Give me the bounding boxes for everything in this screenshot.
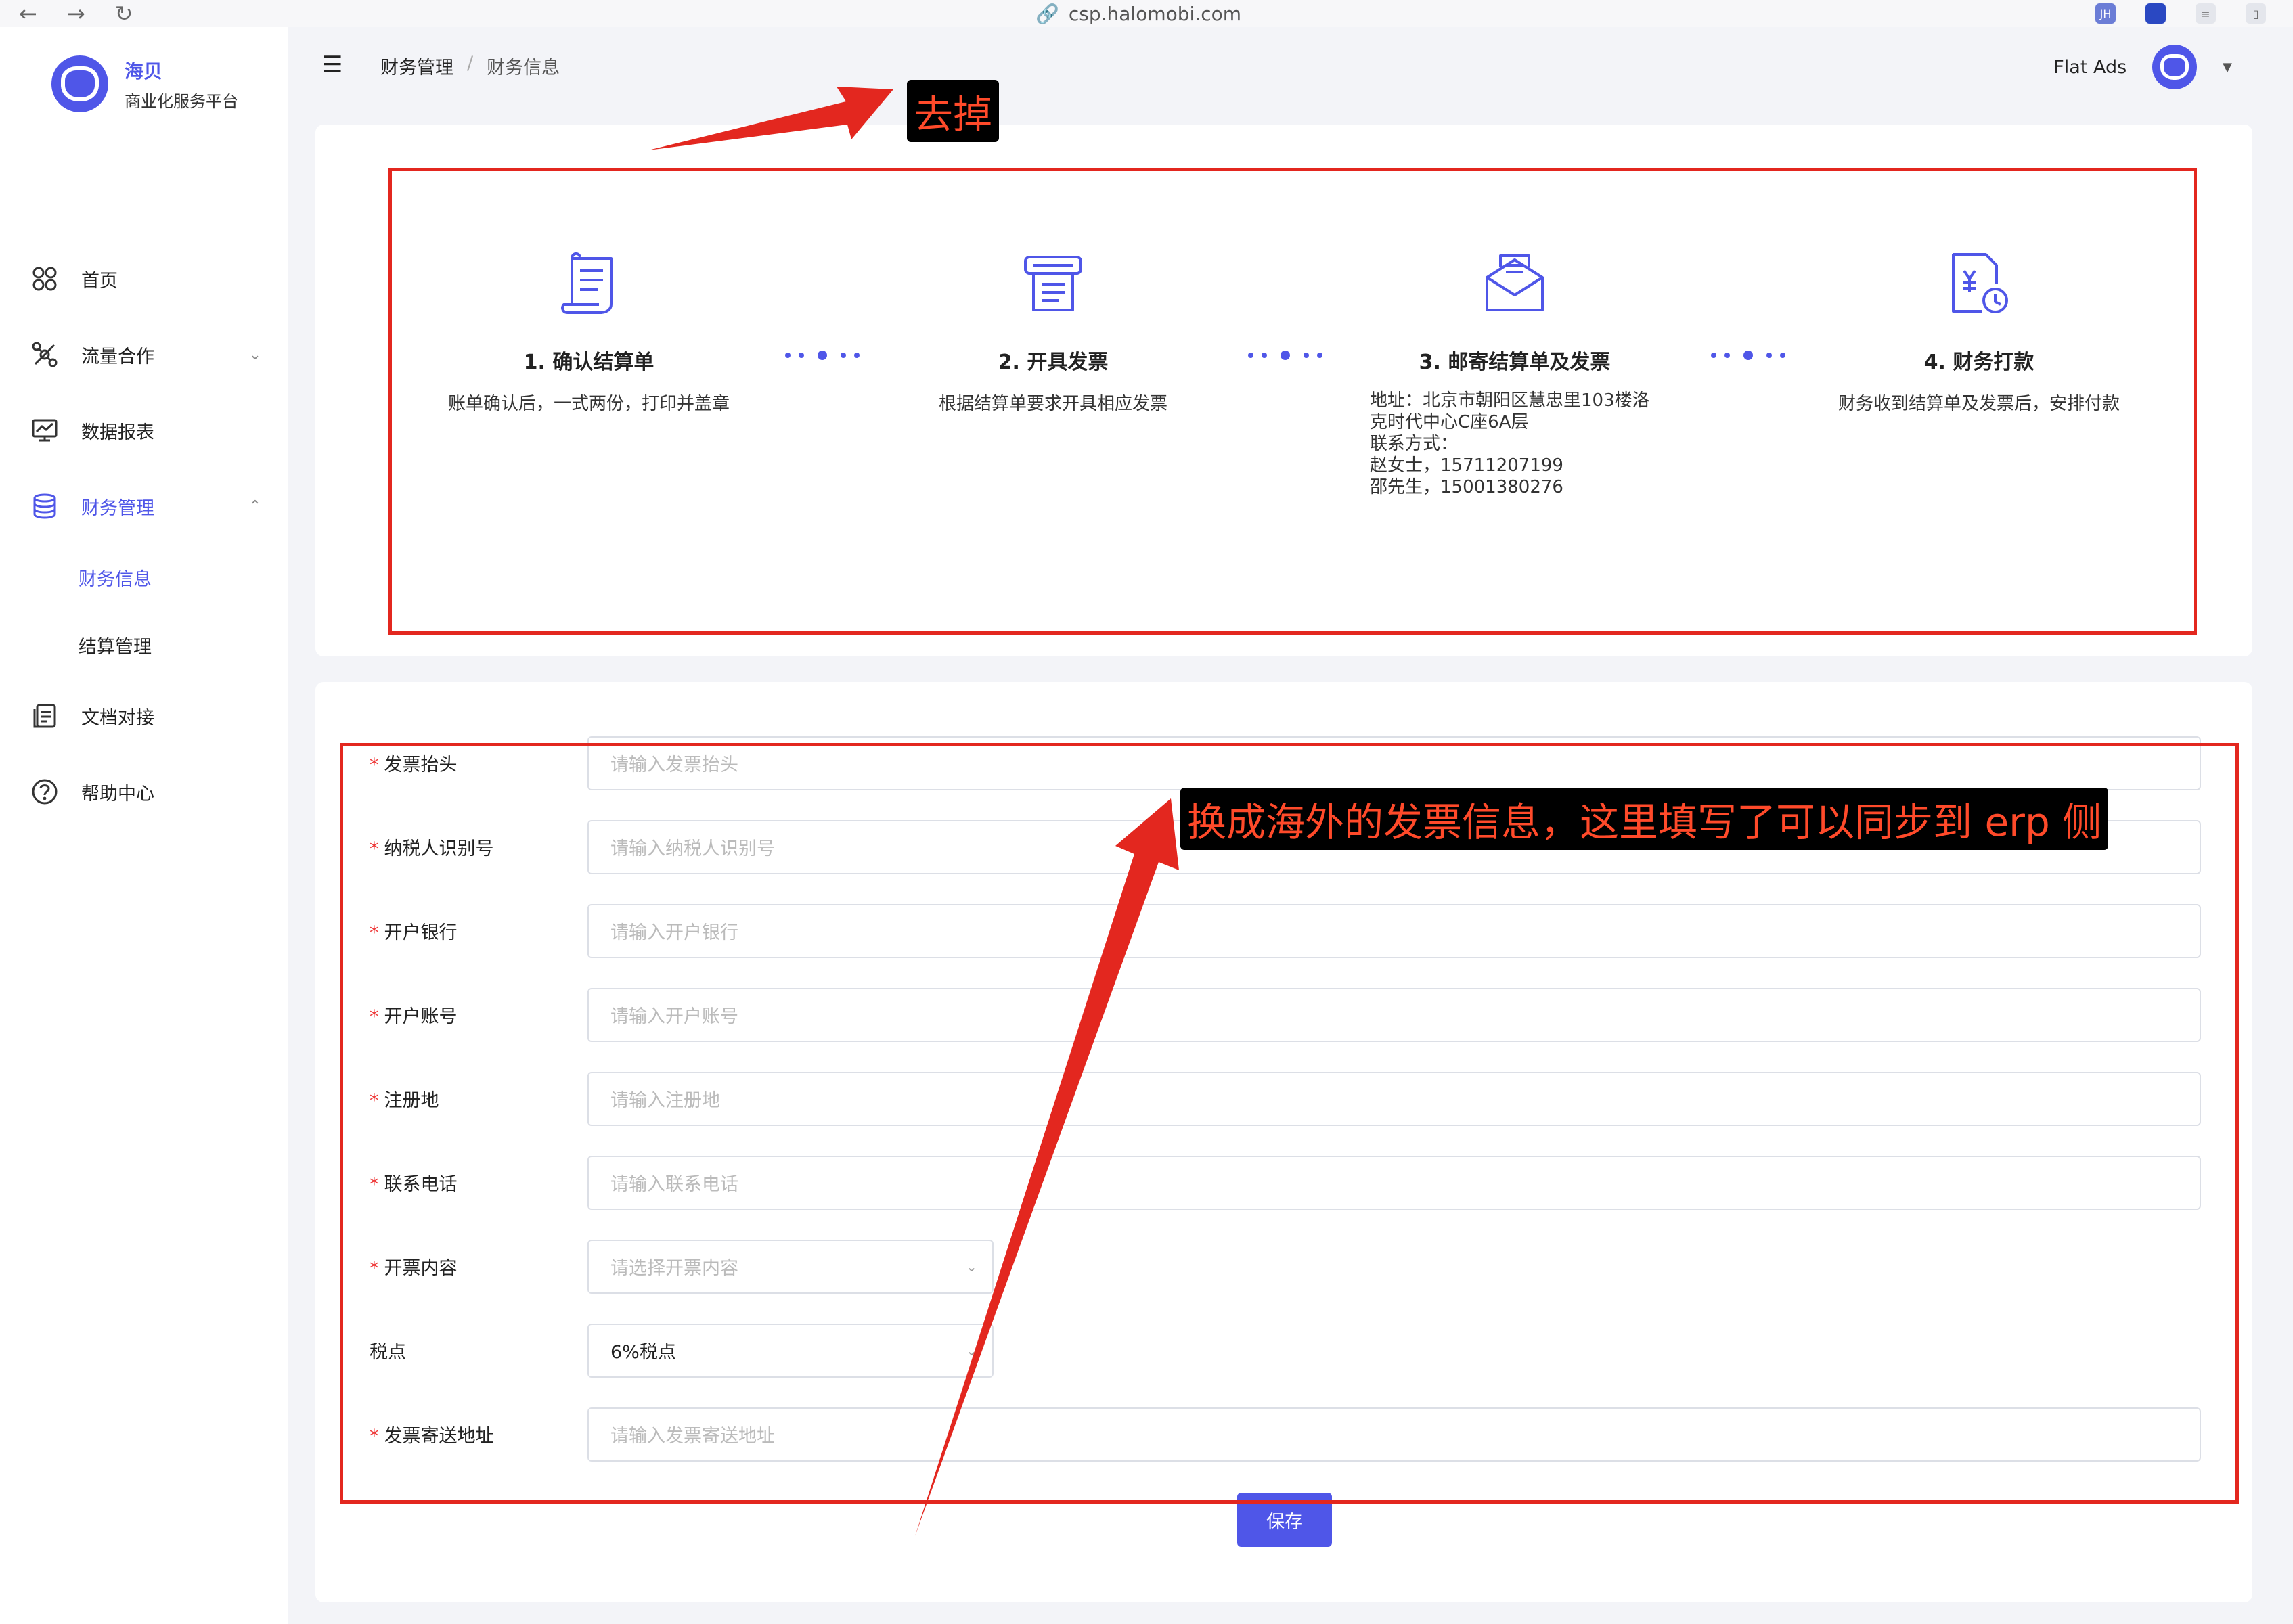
arrow-to-steps-icon (648, 87, 893, 150)
annotation-label-overseas: 换成海外的发票信息，这里填写了可以同步到 erp 侧 (1180, 788, 2109, 850)
arrow-to-form-icon (915, 798, 1179, 1536)
annotation-label-remove: 去掉 (907, 80, 1000, 142)
